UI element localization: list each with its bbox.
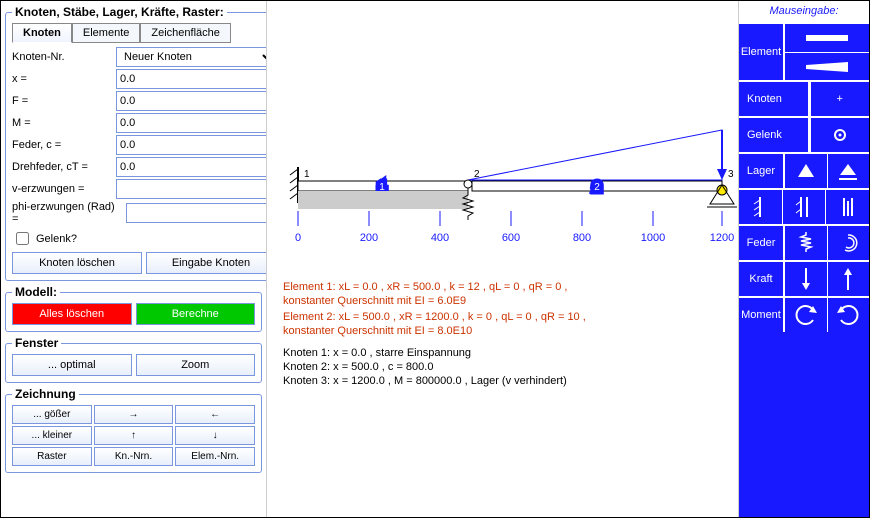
support-pin-icon[interactable]	[785, 154, 827, 188]
spring-icon[interactable]	[785, 226, 827, 260]
element1-info-line2: konstanter Querschnitt mit EI = 6.0E9	[283, 295, 466, 307]
sliding-fixed-icon[interactable]	[782, 190, 826, 224]
drehfeder-label: Drehfeder, cT =	[12, 161, 112, 173]
fenster-fieldset-title: Fenster	[12, 336, 61, 350]
tab-zeichenflaeche[interactable]: Zeichenfläche	[140, 23, 231, 43]
zoom-button[interactable]: Zoom	[136, 354, 256, 376]
kn-nrn-button[interactable]: Kn.-Nrn.	[94, 447, 174, 466]
svg-text:2: 2	[474, 169, 480, 180]
svg-text:3: 3	[728, 169, 734, 180]
eingabe-knoten-button[interactable]: Eingabe Knoten	[146, 252, 276, 274]
svg-text:2: 2	[594, 182, 600, 193]
bar-tapered-icon[interactable]	[785, 52, 869, 80]
gelenk-checkbox[interactable]	[16, 232, 29, 245]
modell-fieldset: Modell: Alles löschen Berechne	[5, 285, 262, 332]
svg-text:1200: 1200	[710, 232, 734, 244]
arrow-up-button[interactable]: ↑	[94, 426, 174, 445]
beam-diagram: 1 2 1 2 3 0	[267, 1, 737, 261]
tab-knoten[interactable]: Knoten	[12, 23, 72, 43]
feder-input[interactable]	[116, 135, 276, 155]
arrow-left-button[interactable]: ←	[175, 405, 255, 424]
modell-fieldset-title: Modell:	[12, 285, 60, 299]
drehfeder-input[interactable]	[116, 157, 276, 177]
knoten-fieldset-title: Knoten, Stäbe, Lager, Kräfte, Raster:	[12, 5, 227, 19]
svg-text:800: 800	[573, 232, 591, 244]
knoten-nr-select[interactable]: Neuer Knoten	[116, 47, 276, 67]
tab-elemente[interactable]: Elemente	[72, 23, 140, 43]
right-palette: Mauseingabe: Element Knoten + Gelenk Lag…	[739, 1, 869, 517]
goesser-button[interactable]: ... gößer	[12, 405, 92, 424]
palette-moment-label: Moment	[739, 298, 785, 332]
gelenk-label: Gelenk?	[36, 233, 77, 245]
knoten-fieldset: Knoten, Stäbe, Lager, Kräfte, Raster: Kn…	[5, 5, 283, 281]
knoten-loeschen-button[interactable]: Knoten löschen	[12, 252, 142, 274]
bar-straight-icon[interactable]	[785, 24, 869, 52]
knoten1-info: Knoten 1: x = 0.0 , starre Einspannung	[283, 347, 471, 359]
zeichnung-fieldset-title: Zeichnung	[12, 387, 79, 401]
x-label: x =	[12, 73, 112, 85]
knoten2-info: Knoten 2: x = 500.0 , c = 800.0	[283, 361, 433, 373]
raster-button[interactable]: Raster	[12, 447, 92, 466]
f-label: F =	[12, 95, 112, 107]
palette-feder-label: Feder	[739, 226, 785, 260]
moment-cw-icon[interactable]	[827, 298, 870, 332]
svg-text:600: 600	[502, 232, 520, 244]
arrow-right-button[interactable]: →	[94, 405, 174, 424]
support-roller-icon[interactable]	[827, 154, 870, 188]
knoten-nr-label: Knoten-Nr.	[12, 51, 112, 63]
palette-kraft-label: Kraft	[739, 262, 785, 296]
rot-spring-icon[interactable]	[827, 226, 870, 260]
element1-info-line1: Element 1: xL = 0.0 , xR = 500.0 , k = 1…	[283, 281, 567, 293]
palette-knoten-label: Knoten	[739, 82, 810, 116]
alles-loeschen-button[interactable]: Alles löschen	[12, 303, 132, 325]
fixed-support-icon[interactable]	[739, 190, 782, 224]
v-erzw-input[interactable]	[116, 179, 276, 199]
kleiner-button[interactable]: ... kleiner	[12, 426, 92, 445]
feder-label: Feder, c =	[12, 139, 112, 151]
x-input[interactable]	[116, 69, 276, 89]
svg-text:1000: 1000	[641, 232, 665, 244]
canvas-area[interactable]: 1 2 1 2 3 0	[266, 1, 739, 517]
phi-erzw-label: phi-erzwungen (Rad) =	[12, 201, 122, 225]
element2-info-line2: konstanter Querschnitt mit EI = 8.0E10	[283, 325, 472, 337]
palette-lager-label: Lager	[739, 154, 785, 188]
vertical-force-icon[interactable]	[825, 190, 869, 224]
moment-ccw-icon[interactable]	[785, 298, 827, 332]
svg-text:1: 1	[304, 169, 310, 180]
zeichnung-fieldset: Zeichnung ... gößer → ← ... kleiner ↑ ↓ …	[5, 387, 262, 473]
palette-element-label: Element	[739, 24, 785, 80]
force-down-icon[interactable]	[785, 262, 827, 296]
svg-text:200: 200	[360, 232, 378, 244]
palette-gelenk-label: Gelenk	[739, 118, 810, 152]
elem-nrn-button[interactable]: Elem.-Nrn.	[175, 447, 255, 466]
fenster-fieldset: Fenster ... optimal Zoom	[5, 336, 262, 383]
phi-erzw-input[interactable]	[126, 203, 276, 223]
knoten3-info: Knoten 3: x = 1200.0 , M = 800000.0 , La…	[283, 375, 567, 387]
berechne-button[interactable]: Berechne	[136, 303, 256, 325]
element2-info-line1: Element 2: xL = 500.0 , xR = 1200.0 , k …	[283, 311, 586, 323]
svg-text:400: 400	[431, 232, 449, 244]
v-erzw-label: v-erzwungen =	[12, 183, 112, 195]
tab-bar: Knoten Elemente Zeichenfläche	[12, 23, 276, 43]
arrow-down-button[interactable]: ↓	[175, 426, 255, 445]
m-input[interactable]	[116, 113, 276, 133]
optimal-button[interactable]: ... optimal	[12, 354, 132, 376]
left-panel: Knoten, Stäbe, Lager, Kräfte, Raster: Kn…	[1, 1, 266, 517]
svg-text:0: 0	[295, 232, 301, 244]
palette-header: Mauseingabe:	[739, 1, 869, 22]
plus-icon[interactable]: +	[810, 82, 870, 116]
m-label: M =	[12, 117, 112, 129]
f-input[interactable]	[116, 91, 276, 111]
gear-icon[interactable]	[810, 118, 870, 152]
force-up-icon[interactable]	[827, 262, 870, 296]
